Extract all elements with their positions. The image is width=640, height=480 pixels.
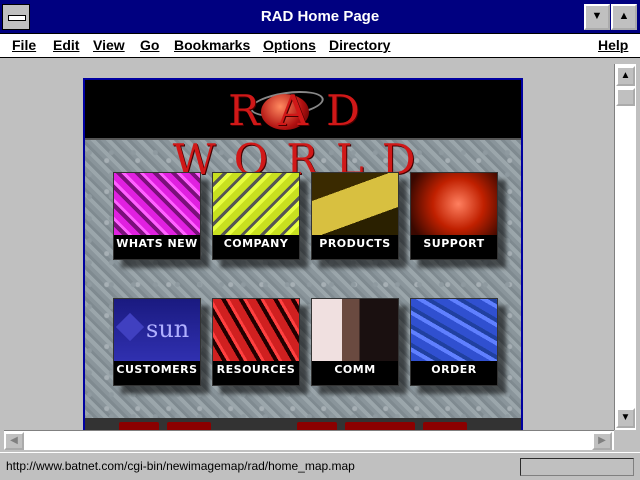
nav-support[interactable]: SUPPORT [410, 172, 498, 260]
scroll-right-arrow-icon[interactable]: ▶ [592, 432, 612, 450]
bottom-nav-button[interactable] [167, 422, 211, 430]
status-bar: http://www.batnet.com/cgi-bin/newimagema… [0, 452, 640, 480]
nav-order[interactable]: ORDER [410, 298, 498, 386]
resources-image [213, 299, 299, 361]
nav-company[interactable]: COMPANY [212, 172, 300, 260]
scroll-up-arrow-icon[interactable]: ▲ [616, 66, 635, 86]
products-image [312, 173, 398, 235]
nav-label: SUPPORT [423, 237, 485, 250]
support-image [411, 173, 497, 235]
menu-go[interactable]: Go [140, 37, 159, 53]
menu-bar: File Edit View Go Bookmarks Options Dire… [0, 34, 640, 58]
nav-label: WHATS NEW [116, 237, 198, 250]
scroll-left-arrow-icon[interactable]: ◀ [4, 432, 24, 450]
title-bar: RAD Home Page ▼ ▲ [0, 0, 640, 34]
comm-image [312, 299, 398, 361]
customers-image: sun [114, 299, 200, 361]
menu-bookmarks[interactable]: Bookmarks [174, 37, 250, 53]
menu-help[interactable]: Help [598, 37, 628, 53]
bottom-nav-button[interactable] [119, 422, 159, 430]
nav-products[interactable]: PRODUCTS [311, 172, 399, 260]
nav-label: COMM [334, 363, 376, 376]
minimize-button[interactable]: ▼ [584, 4, 610, 30]
order-image [411, 299, 497, 361]
nav-comm[interactable]: COMM [311, 298, 399, 386]
company-image [213, 173, 299, 235]
scroll-down-arrow-icon[interactable]: ▼ [616, 408, 635, 428]
site-logo-text: RAD WORLD [172, 86, 434, 184]
vertical-scrollbar[interactable]: ▲ ▼ [614, 64, 636, 430]
horizontal-scrollbar[interactable]: ◀ ▶ [4, 430, 614, 450]
status-progress-box [520, 458, 634, 476]
menu-directory[interactable]: Directory [329, 37, 390, 53]
nav-label: RESOURCES [216, 363, 296, 376]
nav-customers[interactable]: sun CUSTOMERS [113, 298, 201, 386]
menu-edit[interactable]: Edit [53, 37, 79, 53]
maximize-button[interactable]: ▲ [611, 4, 637, 30]
menu-options[interactable]: Options [263, 37, 316, 53]
window-title: RAD Home Page [260, 8, 380, 25]
menu-file[interactable]: File [12, 37, 36, 53]
bottom-nav-strip [85, 418, 521, 430]
browser-content: RAD WORLD WHATS NEW COMPANY PRODUCTS SUP… [4, 64, 612, 430]
page-header: RAD WORLD [85, 80, 521, 184]
menu-view[interactable]: View [93, 37, 125, 53]
bottom-nav-button[interactable] [297, 422, 337, 430]
whats-new-image [114, 173, 200, 235]
bottom-nav-button[interactable] [345, 422, 415, 430]
sun-logo-text: sun [146, 315, 190, 343]
rad-world-page: RAD WORLD WHATS NEW COMPANY PRODUCTS SUP… [83, 78, 523, 430]
nav-whats-new[interactable]: WHATS NEW [113, 172, 201, 260]
nav-label: PRODUCTS [319, 237, 391, 250]
bottom-nav-button[interactable] [423, 422, 467, 430]
nav-resources[interactable]: RESOURCES [212, 298, 300, 386]
nav-label: COMPANY [223, 237, 289, 250]
nav-label: CUSTOMERS [116, 363, 198, 376]
scroll-thumb[interactable] [616, 88, 635, 106]
status-url: http://www.batnet.com/cgi-bin/newimagema… [6, 459, 355, 473]
sun-logo-icon [115, 312, 145, 342]
nav-label: ORDER [431, 363, 477, 376]
